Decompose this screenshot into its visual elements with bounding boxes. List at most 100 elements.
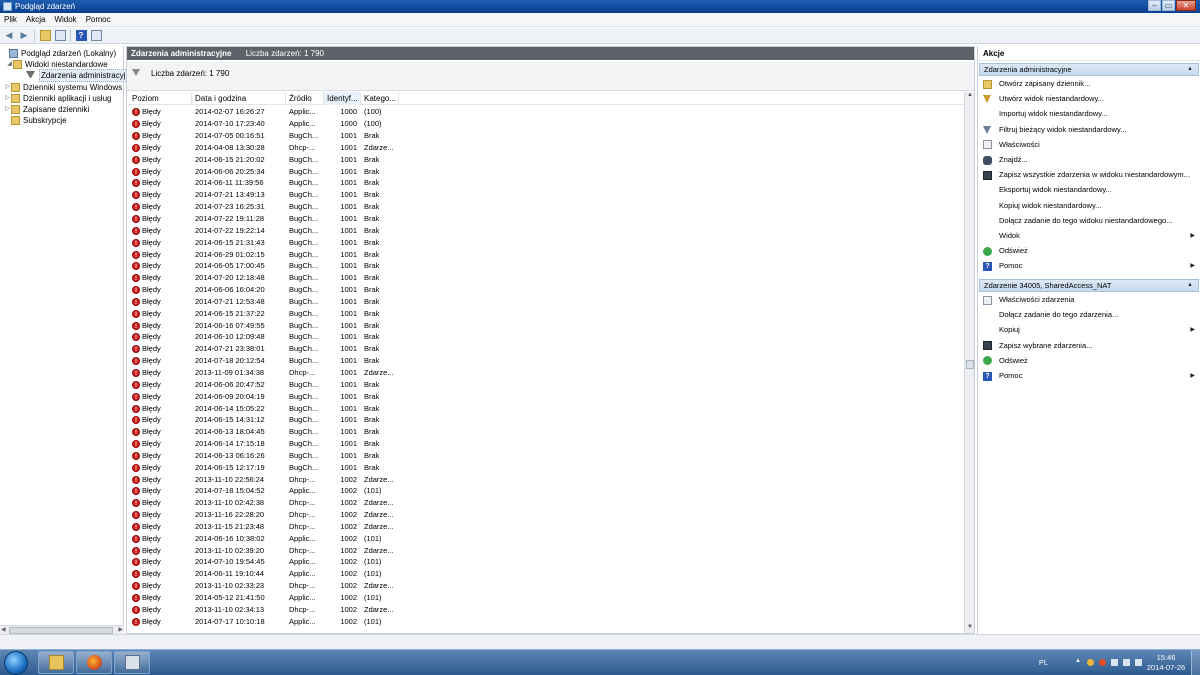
table-row[interactable]: ! Błędy 2014-07-17 10:10:18 Applic... 1002 (1… (129, 615, 964, 627)
menu-view[interactable]: Widok (54, 15, 76, 24)
security-icon[interactable] (1099, 659, 1106, 666)
column-header-source[interactable]: Źródło (286, 92, 324, 105)
show-action-pane-icon[interactable] (90, 30, 102, 42)
tree-item-subscriptions[interactable]: Subskrypcje (11, 115, 67, 126)
up-folder-icon[interactable] (39, 30, 51, 42)
expand-arrow-icon[interactable]: ▷ (4, 82, 11, 93)
table-row[interactable]: ! Błędy 2014-07-23 16:25:31 BugCh... 1001 Bra… (129, 201, 964, 213)
table-row[interactable]: ! Błędy 2014-07-21 13:49:13 BugCh... 1001 Bra… (129, 189, 964, 201)
table-row[interactable]: ! Błędy 2014-02-07 16:26:27 Applic... 1000 (1… (129, 106, 964, 118)
action-item[interactable]: Filtruj bieżący widok niestandardowy... (983, 123, 1197, 137)
table-row[interactable]: ! Błędy 2013-11-10 02:33:23 Dhcp-... 1002 Zda… (129, 580, 964, 592)
column-header-date[interactable]: Data i godzina (192, 92, 286, 105)
table-row[interactable]: ! Błędy 2014-07-22 19:11:28 BugCh... 1001 Bra… (129, 213, 964, 225)
table-row[interactable]: ! Błędy 2014-06-06 20:25:34 BugCh... 1001 Bra… (129, 165, 964, 177)
actions-section-header-view[interactable]: Zdarzenia administracyjne ▲ (979, 63, 1199, 76)
show-hidden-icons-icon[interactable]: ▲ (1075, 658, 1082, 665)
action-item[interactable]: Właściwości zdarzenia (983, 293, 1197, 307)
action-item[interactable]: Dołącz zadanie do tego zdarzenia... (983, 308, 1197, 322)
table-row[interactable]: ! Błędy 2014-06-15 21:20:02 BugCh... 1001 Bra… (129, 153, 964, 165)
action-item[interactable]: Widok ▶ (983, 229, 1197, 243)
table-row[interactable]: ! Błędy 2014-06-16 07:49:55 BugCh... 1001 Bra… (129, 319, 964, 331)
tree-item-app-logs[interactable]: ▷ Dzienniki aplikacji i usług (4, 93, 111, 104)
scrollbar-thumb[interactable] (9, 627, 113, 634)
table-row[interactable]: ! Błędy 2014-06-13 18:04:45 BugCh... 1001 Bra… (129, 426, 964, 438)
column-header-level[interactable]: Poziom (129, 92, 192, 105)
table-row[interactable]: ! Błędy 2014-06-11 19:10:44 Applic... 1002 (1… (129, 568, 964, 580)
action-item[interactable]: Kopiuj widok niestandardowy... (983, 199, 1197, 213)
table-row[interactable]: ! Błędy 2014-06-13 06:16:26 BugCh... 1001 Bra… (129, 449, 964, 461)
action-item[interactable]: Zapisz wybrane zdarzenia... (983, 339, 1197, 353)
tree-horizontal-scrollbar[interactable]: ◀ ▶ (0, 625, 124, 634)
action-item[interactable]: Otwórz zapisany dziennik... (983, 77, 1197, 91)
table-row[interactable]: ! Błędy 2013-11-16 22:28:20 Dhcp-... 1002 Zda… (129, 509, 964, 521)
action-item[interactable]: Znajdź... (983, 153, 1197, 167)
table-row[interactable]: ! Błędy 2014-06-15 12:17:19 BugCh... 1001 Bra… (129, 461, 964, 473)
table-row[interactable]: ! Błędy 2014-07-20 12:18:48 BugCh... 1001 Bra… (129, 272, 964, 284)
scroll-down-icon[interactable]: ▼ (966, 624, 974, 633)
table-row[interactable]: ! Błędy 2014-06-29 01:02:15 BugCh... 1001 Bra… (129, 248, 964, 260)
back-arrow-icon[interactable]: ◀ (3, 30, 15, 42)
table-row[interactable]: ! Błędy 2014-06-16 10:38:02 Applic... 1002 (1… (129, 532, 964, 544)
expand-arrow-icon[interactable]: ▷ (4, 104, 11, 115)
column-header-id[interactable]: Identyf... (324, 92, 361, 105)
menu-action[interactable]: Akcja (26, 15, 46, 24)
action-center-icon[interactable] (1135, 659, 1142, 666)
update-icon[interactable] (1087, 659, 1094, 666)
table-row[interactable]: ! Błędy 2014-06-06 20:47:52 BugCh... 1001 Bra… (129, 378, 964, 390)
action-item[interactable]: Właściwości (983, 138, 1197, 152)
tree-item-admin-events[interactable]: Zdarzenia administracyjne (26, 69, 137, 82)
table-row[interactable]: ! Błędy 2014-06-10 12:09:48 BugCh... 1001 Bra… (129, 331, 964, 343)
table-row[interactable]: ! Błędy 2014-07-21 23:38:01 BugCh... 1001 Bra… (129, 343, 964, 355)
action-item[interactable]: Importuj widok niestandardowy... (983, 107, 1197, 121)
table-row[interactable]: ! Błędy 2014-06-15 21:37:22 BugCh... 1001 Bra… (129, 307, 964, 319)
show-desktop-button[interactable] (1191, 650, 1200, 675)
close-button[interactable]: ✕ (1176, 0, 1196, 11)
table-vertical-scrollbar[interactable]: ▲ ▼ (964, 92, 974, 633)
table-row[interactable]: ! Błędy 2014-07-10 17:23:40 Applic... 1000 (1… (129, 118, 964, 130)
table-row[interactable]: ! Błędy 2014-07-22 19:22:14 BugCh... 1001 Bra… (129, 224, 964, 236)
action-item[interactable]: Odśwież (983, 354, 1197, 368)
table-row[interactable]: ! Błędy 2014-06-15 21:31:43 BugCh... 1001 Bra… (129, 236, 964, 248)
tree-item-saved-logs[interactable]: ▷ Zapisane dzienniki (4, 104, 89, 115)
action-item[interactable]: Zapisz wszystkie zdarzenia w widoku nies… (983, 168, 1197, 182)
action-item[interactable]: Kopiuj ▶ (983, 323, 1197, 337)
start-button[interactable] (4, 651, 28, 675)
show-hide-tree-icon[interactable] (54, 30, 66, 42)
taskbar-app-explorer[interactable] (38, 651, 74, 674)
language-indicator[interactable]: PL (1039, 658, 1048, 667)
actions-section-header-event[interactable]: Zdarzenie 34005, SharedAccess_NAT ▲ (979, 279, 1199, 292)
action-item[interactable]: ? Pomoc ▶ (983, 369, 1197, 383)
action-item[interactable]: Utwórz widok niestandardowy... (983, 92, 1197, 106)
table-row[interactable]: ! Błędy 2013-11-10 22:56:24 Dhcp-... 1002 Zda… (129, 473, 964, 485)
tree-item-local[interactable]: Podgląd zdarzeń (Lokalny) (2, 48, 116, 59)
collapse-caret-icon[interactable]: ▲ (1187, 280, 1193, 291)
table-row[interactable]: ! Błędy 2014-07-05 00:16:51 BugCh... 1001 Bra… (129, 130, 964, 142)
table-row[interactable]: ! Błędy 2014-07-18 20:12:54 BugCh... 1001 Bra… (129, 355, 964, 367)
clock[interactable]: 15:46 2014-07-26 (1146, 653, 1186, 673)
maximize-button[interactable]: ▭ (1162, 0, 1175, 11)
table-row[interactable]: ! Błędy 2014-06-14 17:15:18 BugCh... 1001 Bra… (129, 438, 964, 450)
minimize-button[interactable]: – (1148, 0, 1161, 11)
action-item[interactable]: Eksportuj widok niestandardowy... (983, 183, 1197, 197)
table-row[interactable]: ! Błędy 2014-06-14 15:05:22 BugCh... 1001 Bra… (129, 402, 964, 414)
column-header-category[interactable]: Katego... (361, 92, 399, 105)
table-row[interactable]: ! Błędy 2014-06-15 14:31:12 BugCh... 1001 Bra… (129, 414, 964, 426)
table-row[interactable]: ! Błędy 2013-11-10 02:39:20 Dhcp-... 1002 Zda… (129, 544, 964, 556)
table-row[interactable]: ! Błędy 2013-11-09 01:34:38 Dhcp-... 1001 Zda… (129, 367, 964, 379)
scroll-right-icon[interactable]: ▶ (118, 626, 123, 633)
expand-arrow-icon[interactable]: ▷ (4, 93, 11, 104)
scroll-left-icon[interactable]: ◀ (1, 626, 6, 633)
menu-file[interactable]: Plik (4, 15, 17, 24)
table-row[interactable]: ! Błędy 2013-11-15 21:23:48 Dhcp-... 1002 Zda… (129, 521, 964, 533)
table-row[interactable]: ! Błędy 2014-06-05 17:00:45 BugCh... 1001 Bra… (129, 260, 964, 272)
help-icon[interactable]: ? (75, 30, 87, 42)
scrollbar-thumb[interactable] (966, 360, 974, 369)
table-row[interactable]: ! Błędy 2014-07-10 19:54:45 Applic... 1002 (1… (129, 556, 964, 568)
table-row[interactable]: ! Błędy 2014-07-21 12:53:48 BugCh... 1001 Bra… (129, 296, 964, 308)
scroll-up-icon[interactable]: ▲ (966, 92, 974, 101)
table-row[interactable]: ! Błędy 2014-07-18 15:04:52 Applic... 1002 (1… (129, 485, 964, 497)
table-row[interactable]: ! Błędy 2014-04-08 13:30:28 Dhcp-... 1001 Zda… (129, 142, 964, 154)
tree-item-windows-logs[interactable]: ▷ Dzienniki systemu Windows (4, 82, 122, 93)
forward-arrow-icon[interactable]: ▶ (18, 30, 30, 42)
